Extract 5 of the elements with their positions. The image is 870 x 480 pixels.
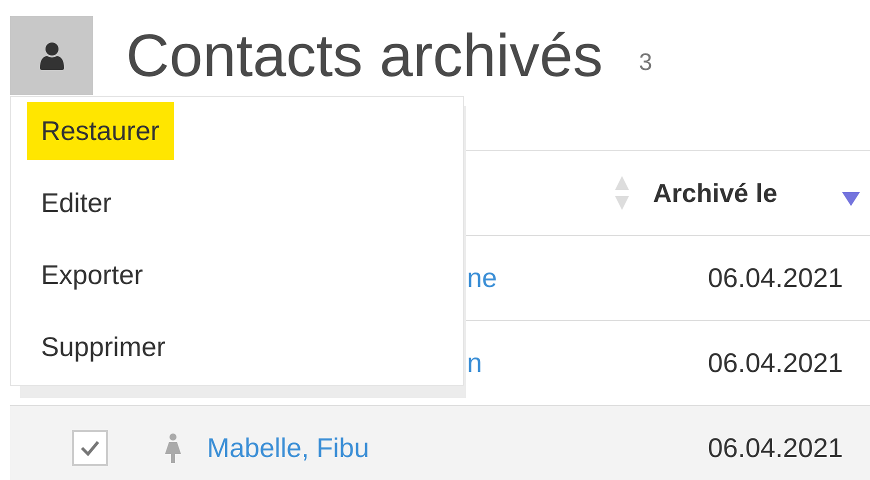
archived-count: 3: [638, 48, 652, 78]
page-title: Contacts archivés: [126, 26, 603, 86]
archived-date: 06.04.2021: [708, 262, 843, 295]
archived-date: 06.04.2021: [708, 432, 843, 465]
archived-date: 06.04.2021: [708, 346, 843, 380]
